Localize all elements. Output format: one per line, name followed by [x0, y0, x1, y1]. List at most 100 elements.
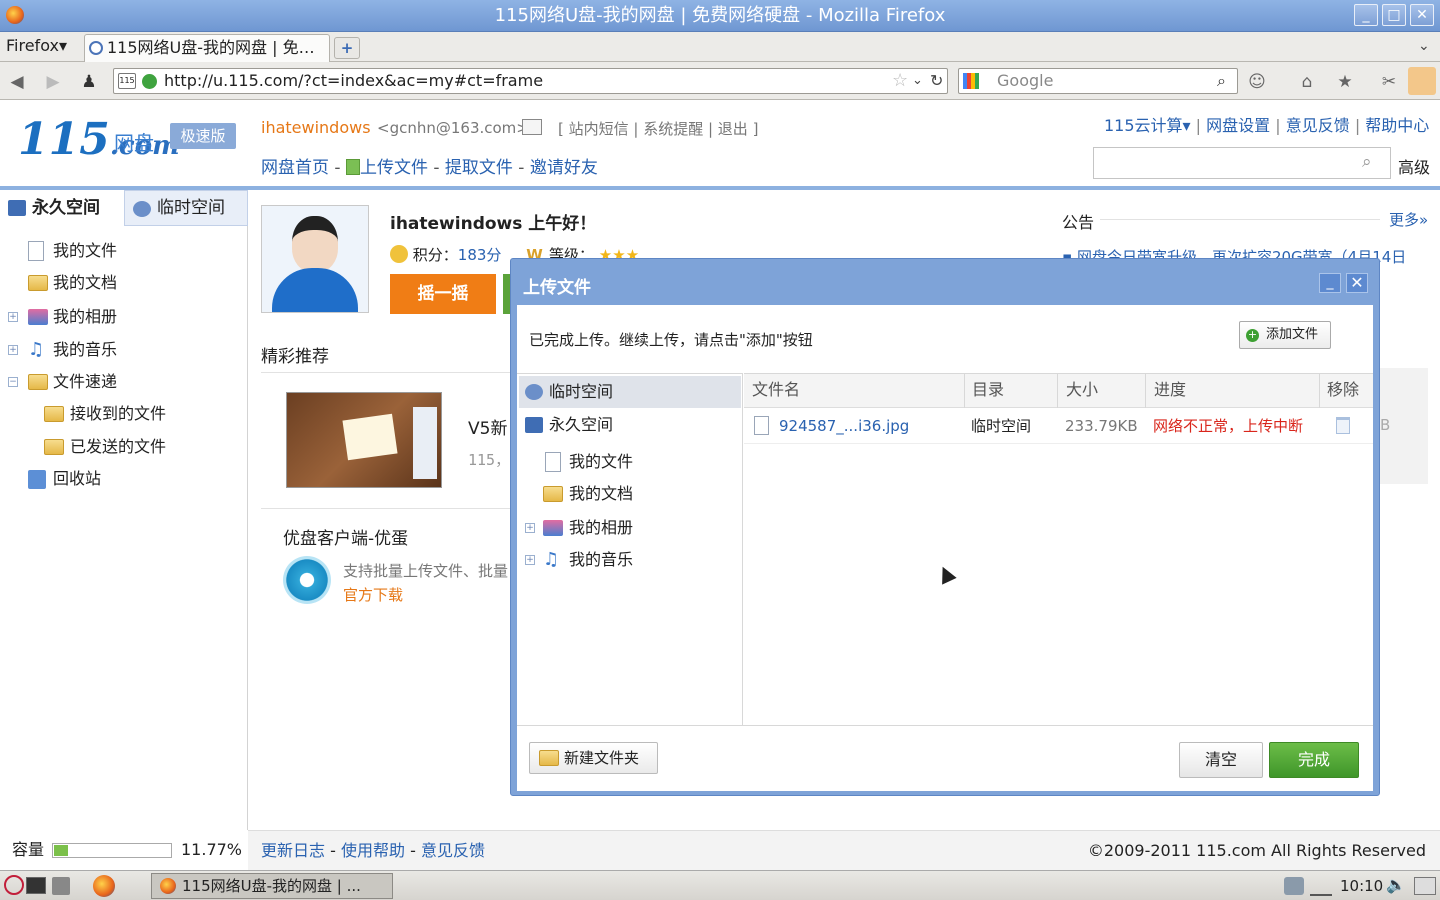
clear-button[interactable]: 清空 — [1179, 742, 1263, 778]
dialog-minimize-button[interactable]: _ — [1319, 273, 1341, 293]
trash-icon[interactable] — [1336, 417, 1350, 434]
new-folder-label: 新建文件夹 — [564, 749, 640, 767]
sidebar-item-label: 接收到的文件 — [70, 404, 167, 423]
close-window-button[interactable]: ✕ — [1410, 4, 1434, 26]
firefox-launcher-icon[interactable] — [93, 875, 115, 897]
back-arrow-icon[interactable]: ◀ — [6, 71, 28, 93]
greeting: ihatewindows 上午好！ — [390, 214, 597, 234]
score-label: 积分： — [412, 246, 458, 264]
advanced-search-link[interactable]: 高级 — [1398, 154, 1430, 178]
v5-title-link[interactable]: V5新 — [468, 414, 507, 439]
notice-divider — [1100, 219, 1380, 220]
sidebar-item-label: 我的相册 — [53, 307, 118, 326]
debian-menu-icon[interactable] — [4, 875, 24, 895]
dir-item-label: 我的相册 — [569, 518, 634, 537]
addon-icon[interactable]: ☺ — [1246, 71, 1268, 93]
column-divider — [1145, 374, 1146, 408]
new-tab-button[interactable]: + — [334, 37, 360, 59]
site-search-input[interactable]: ⌕ — [1093, 147, 1391, 179]
v5-thumbnail[interactable] — [286, 392, 442, 488]
notice-more-link[interactable]: 更多» — [1389, 209, 1428, 230]
network-icon[interactable] — [1284, 877, 1304, 895]
avatar[interactable] — [261, 205, 369, 313]
expand-plus-icon[interactable]: + — [8, 312, 18, 322]
main-nav: 网盘首页 - 上传文件 - 提取文件 - 邀请好友 — [261, 158, 598, 178]
top-links[interactable]: [ 站内短信 | 系统提醒 | 退出 ] — [558, 118, 758, 139]
footer-links: 更新日志 - 使用帮助 - 意见反馈 — [261, 841, 485, 860]
minimize-window-button[interactable]: _ — [1354, 4, 1378, 26]
search-icon[interactable]: ⌕ — [1217, 69, 1226, 93]
maximize-window-button[interactable]: □ — [1382, 4, 1406, 26]
col-filename: 文件名 — [752, 380, 801, 399]
usage-help-link[interactable]: 使用帮助 — [341, 841, 405, 860]
tab-temporary-space[interactable]: 临时空间 — [124, 190, 248, 226]
sidebar-item-label: 回收站 — [53, 469, 102, 488]
window-title: 115网络U盘-我的网盘 | 免费网络硬盘 - Mozilla Firefox — [494, 5, 946, 26]
divider — [261, 372, 511, 373]
youdan-eye-icon — [283, 556, 331, 604]
sidebar-item-label: 我的音乐 — [53, 340, 118, 359]
help-link[interactable]: 帮助中心 — [1365, 116, 1429, 135]
firefox-menu-button[interactable]: Firefox▾ — [6, 36, 67, 55]
file-name-link[interactable]: 924587_...i36.jpg — [779, 408, 909, 444]
album-icon — [543, 520, 563, 536]
google-engine-icon[interactable] — [963, 73, 979, 89]
settings-link[interactable]: 网盘设置 — [1206, 116, 1270, 135]
url-bar[interactable]: 115 http://u.115.com/?ct=index&ac=my#ct=… — [113, 68, 948, 94]
forward-arrow-icon[interactable]: ▶ — [42, 71, 64, 93]
expand-plus-icon[interactable]: + — [8, 345, 18, 355]
avatar-shirt — [272, 268, 358, 312]
upload-error-status: 网络不正常，上传中断 — [1153, 417, 1304, 435]
speed-edition-badge: 极速版 — [170, 123, 236, 149]
search-bar[interactable]: Google ⌕ — [958, 68, 1238, 94]
nav-extract[interactable]: 提取文件 — [445, 158, 513, 178]
add-file-button[interactable]: + 添加文件 — [1239, 321, 1331, 349]
dir-item-temporary[interactable]: 临时空间 — [519, 376, 741, 408]
site-identity-icon[interactable]: 115 — [118, 73, 136, 89]
clock[interactable]: 10:10 — [1340, 877, 1383, 895]
done-button[interactable]: 完成 — [1269, 742, 1359, 778]
nav-home[interactable]: 网盘首页 — [261, 158, 329, 178]
bookmark-star-icon[interactable]: ☆ — [892, 69, 908, 93]
mail-icon[interactable] — [522, 119, 542, 135]
score-value[interactable]: 183分 — [458, 246, 502, 264]
v5-subtitle: 115， — [468, 451, 511, 469]
collapse-minus-icon[interactable]: − — [8, 377, 18, 387]
new-folder-button[interactable]: 新建文件夹 — [529, 742, 658, 774]
browser-tab[interactable]: 115网络U盘-我的网盘 | 免… — [84, 34, 330, 62]
cloud-menu-link[interactable]: 115云计算▾ — [1104, 116, 1191, 135]
site-search-icon[interactable]: ⌕ — [1362, 152, 1372, 172]
column-divider — [1057, 374, 1058, 408]
footer-feedback-link[interactable]: 意见反馈 — [421, 841, 485, 860]
official-download-link[interactable]: 官方下载 — [343, 584, 403, 605]
tab-permanent-space[interactable]: 永久空间 — [0, 190, 124, 226]
nav-invite[interactable]: 邀请好友 — [530, 158, 598, 178]
fox-addon-icon[interactable] — [1408, 67, 1436, 95]
user-email: <gcnhn@163.com> — [377, 119, 529, 137]
terminal-icon[interactable] — [26, 877, 46, 894]
volume-icon[interactable]: 🔈 — [1386, 875, 1406, 894]
nav-upload[interactable]: 上传文件 — [360, 158, 428, 178]
username-link[interactable]: ihatewindows — [261, 118, 371, 137]
expand-plus-icon[interactable]: + — [525, 555, 535, 565]
reload-icon[interactable]: ↻ — [930, 69, 943, 93]
home-icon[interactable]: ⌂ — [1296, 71, 1318, 93]
show-desktop-icon[interactable] — [1414, 877, 1436, 895]
scissors-icon[interactable]: ✂ — [1378, 71, 1400, 93]
changelog-link[interactable]: 更新日志 — [261, 841, 325, 860]
shake-button[interactable]: 摇一摇 — [390, 274, 496, 314]
dialog-close-icon[interactable]: ✕ — [1346, 273, 1368, 293]
taskbar-window-button[interactable]: 115网络U盘-我的网盘 | ... — [151, 873, 393, 899]
penguin-addon-icon[interactable]: ♟ — [78, 71, 100, 93]
url-history-chevron-down-icon[interactable]: ⌄ — [912, 69, 923, 93]
folder-icon — [44, 406, 64, 422]
file-manager-icon[interactable] — [52, 877, 70, 895]
site-logo[interactable]: 115.com 网盘 — [18, 118, 180, 168]
feedback-link[interactable]: 意见反馈 — [1286, 116, 1350, 135]
document-icon — [545, 452, 561, 472]
expand-plus-icon[interactable]: + — [525, 523, 535, 533]
tab-list-chevron-down-icon[interactable]: ⌄ — [1418, 38, 1430, 54]
recycle-bin-icon — [28, 470, 46, 489]
network-tool-icon[interactable] — [1310, 876, 1332, 896]
bookmarks-icon[interactable]: ★ — [1334, 71, 1356, 93]
